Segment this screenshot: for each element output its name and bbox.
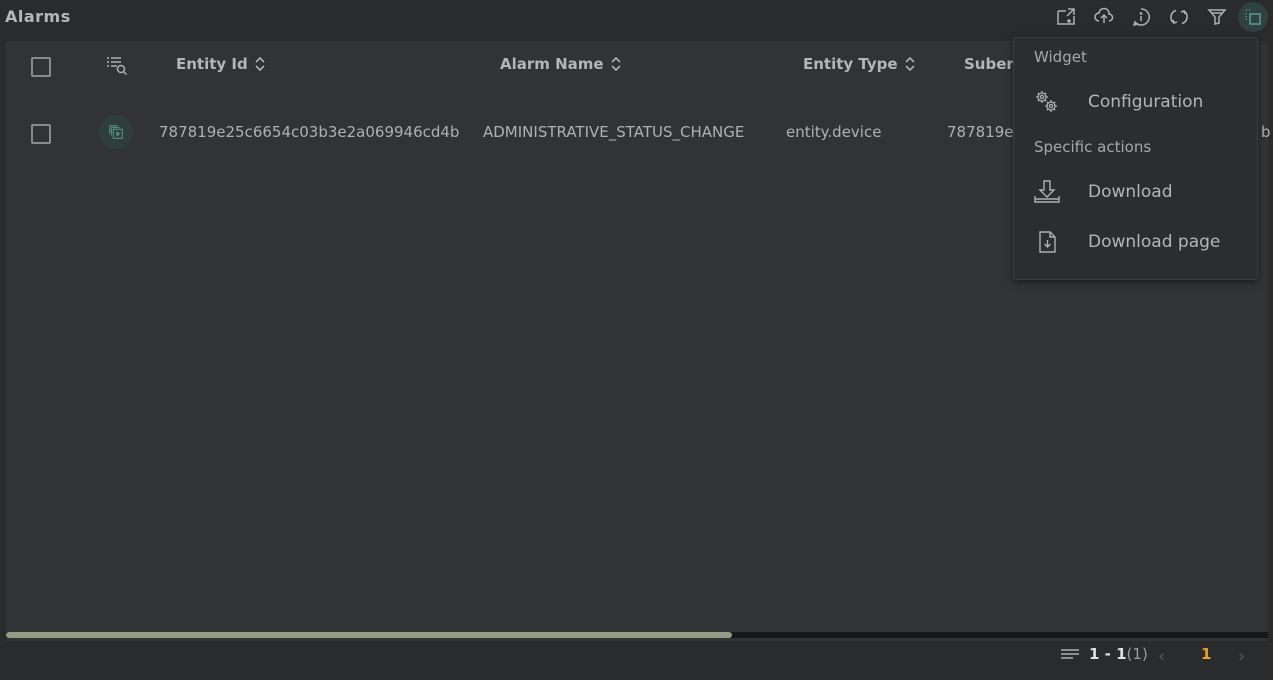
cell-extra: b [1261, 123, 1271, 141]
download-icon [1034, 180, 1060, 203]
refresh-icon[interactable] [1168, 6, 1190, 28]
upload-icon[interactable] [1093, 6, 1115, 28]
column-header-entity-id[interactable]: Entity Id [176, 55, 266, 73]
pagination-range: 1 - 1(1) [1089, 645, 1148, 663]
row-details-button[interactable] [99, 115, 133, 149]
widget-header: Alarms [0, 0, 1273, 36]
total-count: (1) [1126, 645, 1148, 663]
menu-item-download[interactable]: Download [1014, 172, 1257, 212]
column-search-icon[interactable] [106, 55, 128, 77]
filter-icon[interactable] [1206, 6, 1228, 28]
current-page[interactable]: 1 [1201, 645, 1211, 663]
sort-icon[interactable] [610, 56, 622, 72]
column-header-subentity[interactable]: Suber [964, 55, 1014, 73]
column-header-entity-type[interactable]: Entity Type [803, 55, 916, 73]
column-header-alarm-name[interactable]: Alarm Name [500, 55, 622, 73]
export-widget-icon[interactable] [1055, 6, 1077, 28]
next-page-button[interactable]: › [1238, 646, 1245, 667]
download-page-icon [1039, 231, 1056, 253]
range-text: 1 - 1 [1089, 645, 1127, 663]
page-size-icon[interactable] [1060, 648, 1080, 662]
menu-item-configuration[interactable]: Configuration [1014, 82, 1257, 122]
column-label: Entity Type [803, 55, 898, 73]
select-all-checkbox[interactable] [31, 57, 51, 77]
previous-page-button[interactable]: ‹ [1158, 646, 1165, 667]
menu-section-specific-actions: Specific actions [1034, 138, 1152, 156]
widget-title: Alarms [5, 7, 71, 26]
pagination-bar: 1 - 1(1) ‹ 1 › [0, 640, 1273, 680]
menu-item-label: Download [1088, 182, 1173, 202]
column-label: Alarm Name [500, 55, 604, 73]
sort-icon[interactable] [254, 56, 266, 72]
info-icon[interactable] [1130, 6, 1152, 28]
select-icon[interactable] [1238, 2, 1268, 32]
cell-entity-type: entity.device [786, 123, 882, 141]
sort-icon[interactable] [904, 56, 916, 72]
column-label: Suber [964, 55, 1014, 73]
gears-icon [1036, 91, 1057, 112]
menu-item-label: Configuration [1088, 92, 1204, 112]
details-icon [109, 125, 123, 139]
menu-section-widget: Widget [1034, 48, 1087, 66]
cell-alarm-name: ADMINISTRATIVE_STATUS_CHANGE [483, 123, 745, 141]
menu-item-label: Download page [1088, 232, 1221, 252]
widget-actions-menu: Widget Configuration Specific actions Do… [1013, 37, 1258, 280]
row-checkbox[interactable] [31, 124, 51, 144]
menu-item-download-page[interactable]: Download page [1014, 222, 1257, 262]
column-label: Entity Id [176, 55, 248, 73]
horizontal-scrollbar-thumb[interactable] [6, 632, 732, 638]
cell-entity-id: 787819e25c6654c03b3e2a069946cd4b [159, 123, 460, 141]
cell-subentity: 787819e [947, 123, 1014, 141]
